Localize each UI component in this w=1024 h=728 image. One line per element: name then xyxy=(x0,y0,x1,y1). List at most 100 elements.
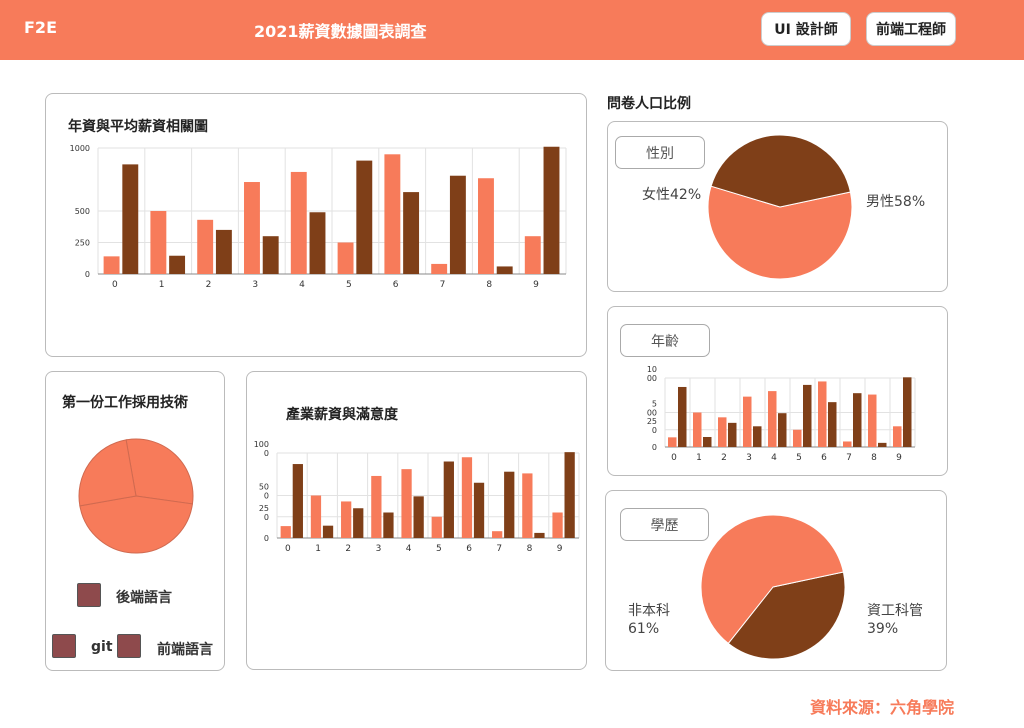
salary-bar-chart: 0 250 500 1000 0 1 2 3 4 5 6 7 8 9 xyxy=(70,144,567,290)
x-tick-label: 5 xyxy=(346,280,352,290)
male-label: 男性58% xyxy=(866,194,926,210)
bar-series-2 xyxy=(309,212,326,274)
bar-series-1 xyxy=(693,412,702,447)
bar-series-2 xyxy=(322,525,334,538)
bar-series-1 xyxy=(150,211,167,274)
x-tick-label: 5 xyxy=(796,453,802,463)
bar-series-1 xyxy=(718,417,727,447)
bar-series-1 xyxy=(103,256,120,274)
bar-series-1 xyxy=(768,391,777,447)
data-source: 資料來源：六角學院 xyxy=(809,698,954,717)
pie-slice-2 xyxy=(79,495,194,554)
y-tick-label: 00 xyxy=(647,374,657,383)
non-cs-percent: 61% xyxy=(628,621,660,637)
salary-chart-card: 年資與平均薪資相關圖 0 250 500 1000 0 1 2 3 4 5 6 7 8 9 xyxy=(45,93,587,357)
bar-series-2 xyxy=(853,393,862,447)
legend-swatch-backend xyxy=(77,583,101,607)
x-tick-label: 1 xyxy=(315,544,321,554)
bar-series-1 xyxy=(793,429,802,447)
y-tick-label: 0 xyxy=(264,492,269,501)
y-tick-label: 00 xyxy=(647,409,657,418)
bar-series-2 xyxy=(564,452,575,538)
y-tick-label: 10 xyxy=(647,365,657,374)
legend-swatch-frontend xyxy=(117,634,141,658)
bar-series-1 xyxy=(743,396,752,447)
bar-series-1 xyxy=(341,501,352,538)
bar-series-1 xyxy=(310,495,322,538)
bar-series-2 xyxy=(903,377,912,447)
bar-series-2 xyxy=(122,164,139,274)
bar-series-1 xyxy=(384,154,401,274)
y-tick-label: 250 xyxy=(75,239,90,248)
cs-label: 資工科管 xyxy=(867,603,923,619)
bar-series-2 xyxy=(353,508,364,538)
x-tick-label: 2 xyxy=(345,544,351,554)
x-tick-label: 8 xyxy=(871,453,877,463)
legend-label-backend: 後端語言 xyxy=(116,590,172,606)
bar-series-2 xyxy=(169,255,186,274)
industry-card: 產業薪資與滿意度 0 25 0 50 0 100 0 0 1 2 3 4 5 6 7 8 9 xyxy=(246,371,587,670)
bar-series-1 xyxy=(290,171,307,274)
bar-series-1 xyxy=(431,516,442,538)
y-tick-label: 25 xyxy=(647,417,657,426)
x-tick-label: 9 xyxy=(896,453,902,463)
y-tick-label: 0 xyxy=(264,534,269,543)
bar-series-1 xyxy=(522,473,533,538)
bar-series-1 xyxy=(337,242,354,274)
cs-percent: 39% xyxy=(867,621,899,637)
age-bar-chart: 025050010000 1 2 3 4 5 6 7 8 9 xyxy=(647,365,916,463)
bar-series-1 xyxy=(371,475,382,538)
bar-series-2 xyxy=(473,482,485,538)
y-tick-label: 0 xyxy=(652,443,657,452)
bar-series-1 xyxy=(868,394,877,447)
bar-series-2 xyxy=(292,464,303,538)
y-tick-label: 0 xyxy=(652,426,657,435)
bar-series-2 xyxy=(215,229,232,274)
y-tick-label: 5 xyxy=(652,400,657,409)
x-tick-label: 2 xyxy=(721,453,727,463)
brand-logo[interactable]: F2E xyxy=(24,18,57,37)
bar-series-1 xyxy=(524,236,541,274)
bar-series-2 xyxy=(413,496,424,538)
bar-series-1 xyxy=(401,469,412,538)
bar-series-1 xyxy=(461,457,473,538)
y-tick-label: 50 xyxy=(259,483,269,492)
bar-series-2 xyxy=(356,160,373,274)
survey-title: 問卷人口比例 xyxy=(607,96,691,112)
bar-series-1 xyxy=(668,437,677,447)
x-tick-label: 9 xyxy=(533,280,539,290)
ui-designer-button[interactable]: UI 設計師 xyxy=(761,12,851,46)
non-cs-label: 非本科 xyxy=(628,603,670,619)
bar-series-2 xyxy=(534,532,545,538)
x-tick-label: 7 xyxy=(440,280,446,290)
x-tick-label: 7 xyxy=(846,453,852,463)
x-tick-label: 4 xyxy=(299,280,305,290)
bar-series-2 xyxy=(878,442,887,447)
y-tick-label: 0 xyxy=(264,449,269,458)
bar-series-1 xyxy=(893,426,902,447)
education-pie-chart xyxy=(700,514,846,660)
bar-series-1 xyxy=(552,512,563,538)
x-tick-label: 0 xyxy=(112,280,118,290)
bar-series-1 xyxy=(478,178,494,274)
industry-bar-chart: 025050010000 1 2 3 4 5 6 7 8 9 xyxy=(254,440,580,554)
bar-series-2 xyxy=(803,384,812,447)
bar-series-2 xyxy=(753,426,762,447)
bar-series-2 xyxy=(703,436,712,447)
legend-swatch-git xyxy=(52,634,76,658)
bar-series-2 xyxy=(504,471,515,538)
bar-series-2 xyxy=(383,512,394,538)
x-tick-label: 4 xyxy=(771,453,777,463)
bar-series-2 xyxy=(496,266,513,274)
tech-pie-chart xyxy=(78,438,194,554)
x-tick-label: 6 xyxy=(466,544,472,554)
bar-series-2 xyxy=(403,192,420,274)
bar-series-2 xyxy=(828,402,837,447)
x-tick-label: 6 xyxy=(821,453,827,463)
x-tick-label: 9 xyxy=(557,544,563,554)
frontend-engineer-button[interactable]: 前端工程師 xyxy=(866,12,956,46)
bar-series-2 xyxy=(778,413,787,447)
x-tick-label: 5 xyxy=(436,544,442,554)
y-tick-label: 0 xyxy=(264,513,269,522)
bar-series-1 xyxy=(280,526,291,538)
